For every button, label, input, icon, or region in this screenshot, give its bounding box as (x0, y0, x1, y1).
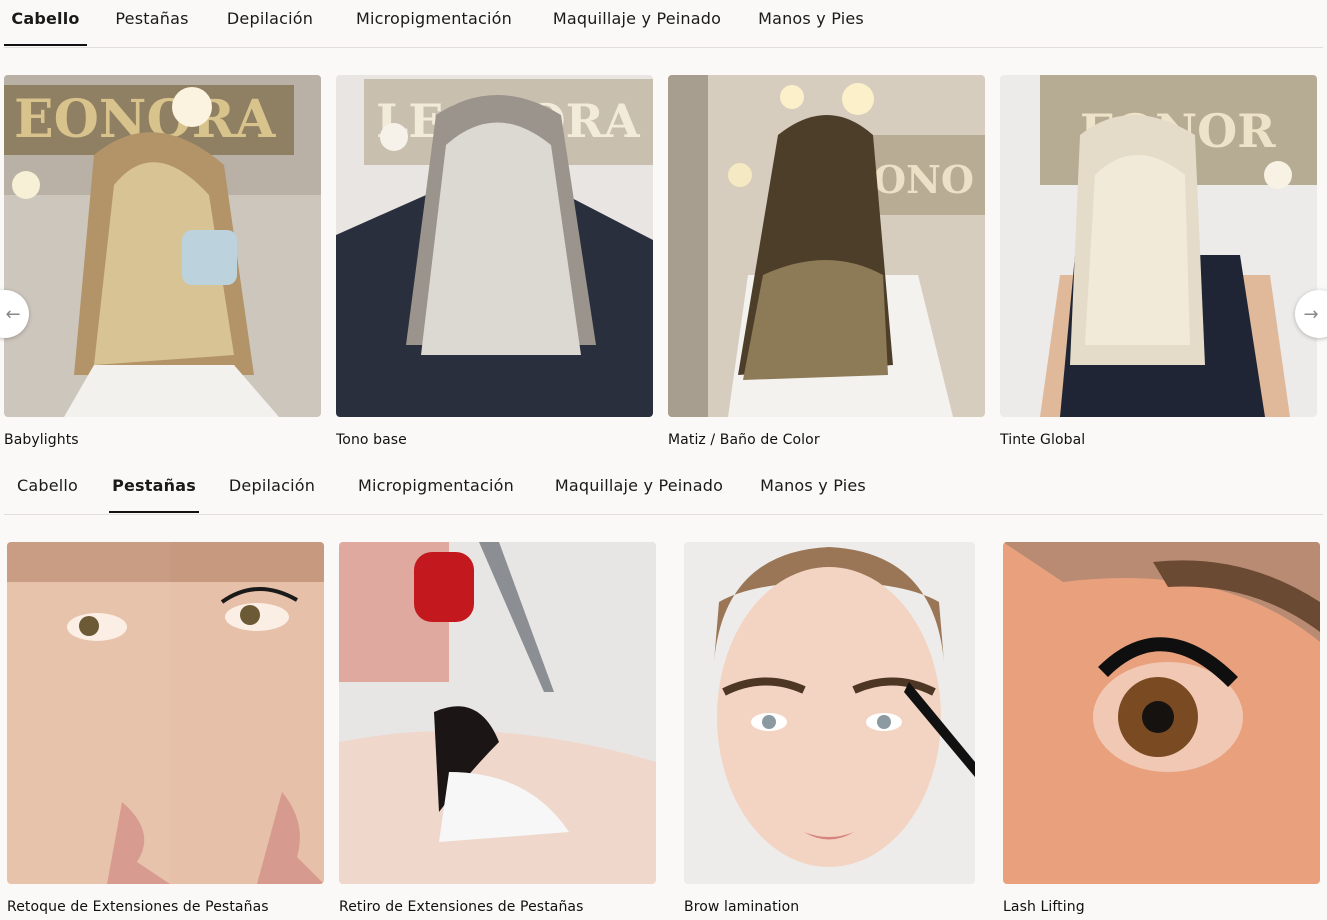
tab-label: Depilación (228, 476, 316, 495)
service-card-brow-lamination[interactable]: Brow lamination (684, 542, 975, 920)
service-image (339, 542, 656, 884)
service-image: EONOR (1000, 75, 1317, 417)
service-image: LEONORA (336, 75, 653, 417)
category-tabs: Cabello Pestañas Depilación Micropigment… (0, 0, 1327, 48)
svg-text:ONO: ONO (873, 157, 974, 202)
service-title: Tinte Global (1000, 432, 1086, 448)
service-card-retiro-extensiones[interactable]: Retiro de Extensiones de Pestañas (339, 542, 656, 920)
tab-depilacion[interactable]: Depilación (222, 467, 322, 513)
tab-pestanas[interactable]: Pestañas (110, 0, 194, 46)
service-card-retoque-extensiones[interactable]: Retoque de Extensiones de Pestañas (7, 542, 324, 920)
tab-depilacion[interactable]: Depilación (220, 0, 320, 46)
service-card-babylights[interactable]: EONORA Babylights (4, 75, 321, 455)
service-image: ONO (668, 75, 985, 417)
tab-label: Manos y Pies (758, 9, 864, 28)
tab-label: Micropigmentación (355, 9, 513, 28)
tab-cabello[interactable]: Cabello (6, 467, 89, 513)
category-tabs: Cabello Pestañas Depilación Micropigment… (0, 467, 1327, 515)
active-tab-indicator (4, 44, 87, 46)
services-section-cabello: Cabello Pestañas Depilación Micropigment… (0, 0, 1327, 456)
tab-micropigmentacion[interactable]: Micropigmentación (350, 467, 522, 513)
tab-manos-pies[interactable]: Manos y Pies (752, 0, 870, 46)
active-tab-indicator (109, 511, 199, 513)
service-title: Babylights (4, 432, 79, 448)
service-image (684, 542, 975, 884)
tabs-divider (4, 47, 1323, 48)
service-image (1003, 542, 1320, 884)
tab-label: Manos y Pies (760, 476, 866, 495)
service-card-tono-base[interactable]: LEONORA Tono base (336, 75, 653, 455)
service-card-matiz-bano-color[interactable]: ONO Matiz / Baño de Color (668, 75, 985, 455)
tab-maquillaje-peinado[interactable]: Maquillaje y Peinado (548, 0, 726, 46)
service-card-tinte-global[interactable]: EONOR Tinte Global (1000, 75, 1317, 455)
service-title: Brow lamination (684, 899, 800, 915)
services-section-pestanas: Cabello Pestañas Depilación Micropigment… (0, 467, 1327, 920)
arrow-right-icon: → (1303, 303, 1319, 325)
tab-manos-pies[interactable]: Manos y Pies (754, 467, 872, 513)
tabs-divider (4, 514, 1323, 515)
tab-label: Cabello (11, 9, 80, 28)
tab-micropigmentacion[interactable]: Micropigmentación (348, 0, 520, 46)
tab-cabello[interactable]: Cabello (4, 0, 87, 46)
service-title: Retoque de Extensiones de Pestañas (7, 899, 269, 915)
tab-label: Pestañas (115, 9, 189, 28)
service-title: Tono base (336, 432, 407, 448)
tab-label: Maquillaje y Peinado (552, 9, 722, 28)
tab-label: Pestañas (112, 476, 196, 495)
tab-label: Cabello (16, 476, 79, 495)
service-title: Lash Lifting (1003, 899, 1085, 915)
arrow-left-icon: ← (5, 303, 21, 325)
service-image: EONORA (4, 75, 321, 417)
tab-maquillaje-peinado[interactable]: Maquillaje y Peinado (550, 467, 728, 513)
tab-label: Maquillaje y Peinado (554, 476, 724, 495)
tab-label: Micropigmentación (357, 476, 515, 495)
tab-pestanas[interactable]: Pestañas (109, 467, 199, 513)
tab-label: Depilación (226, 9, 314, 28)
service-card-lash-lifting[interactable]: Lash Lifting (1003, 542, 1320, 920)
service-image (7, 542, 324, 884)
service-title: Retiro de Extensiones de Pestañas (339, 899, 584, 915)
service-title: Matiz / Baño de Color (668, 432, 820, 448)
